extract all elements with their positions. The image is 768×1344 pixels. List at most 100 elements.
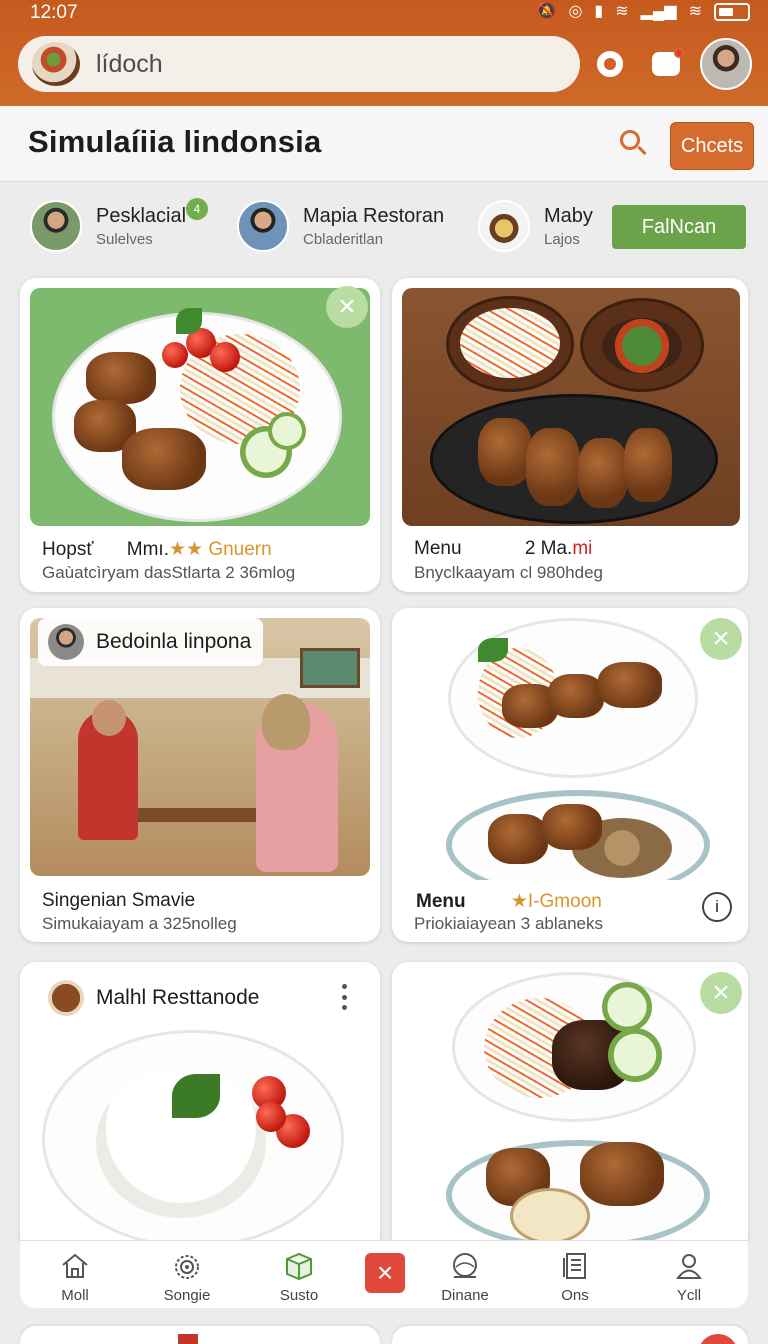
roll [624,428,672,502]
notification-dot [674,48,684,58]
signal-icon: ▮ [594,3,604,20]
restaurant-item[interactable]: Mapia Restoran Cbladeritlan [237,200,444,252]
restaurant-sub: Cbladeritlan [303,230,384,248]
close-icon[interactable]: × [700,972,742,1014]
restaurant-pill[interactable]: Bedoinla linpona [38,618,264,666]
document-icon [563,1253,586,1279]
check-button[interactable]: Chcets [670,122,754,170]
food-image [402,972,740,1242]
dot [341,994,347,1000]
card-title-text: Menu [416,891,466,912]
nav-item-susto[interactable]: Susto [254,1241,344,1309]
roll [478,418,532,486]
restaurant-strip: Pesklacial Sulelves 4 Mapia Restoran Cbl… [0,182,768,274]
restaurant-avatar [30,200,82,252]
mute-icon: 🔕 [536,3,557,20]
card-title: Menu ★I-Gmoon [416,890,602,913]
nav-label: Moll [61,1287,89,1304]
menu-card[interactable]: × Hopsť Mmı.★★ Gnuern Gaùatcìryam dasStl… [20,278,380,592]
search-icon[interactable] [618,128,648,158]
menu-card[interactable]: × Menu ★I-Gmoon Priokiaiayean 3 ablaneks… [392,608,748,942]
restaurant-avatar [237,200,289,252]
basil [172,1074,220,1118]
profile-avatar[interactable] [700,38,752,90]
restaurant-pill[interactable]: Malhl Resttanode [38,974,272,1022]
card-subtitle: Gaùatcìryam dasStlarta 2 36mlog [42,563,296,582]
chicken [86,352,156,404]
nav-item-dinane[interactable]: Dinane [420,1241,510,1309]
card-subtitle: Simukaiayam a 325nolleg [42,914,237,933]
tomato [210,342,240,372]
food-image [402,288,740,526]
spiral-icon [175,1255,199,1279]
battery-icon [714,3,750,21]
nav-item-ons[interactable]: Ons [530,1241,620,1309]
globe-icon [453,1253,477,1278]
restaurant-pill-name: Bedoinla linpona [96,630,252,653]
restaurant-name: Mapia Restoran [303,204,445,227]
close-icon[interactable]: × [326,286,368,328]
sauce-bowl [510,1188,590,1242]
wifi-icon-2: ≋ [688,3,702,20]
nav-item-ycll[interactable]: Ycll [644,1241,734,1309]
nav-item-home[interactable]: Moll [30,1241,120,1309]
search-bar[interactable]: lídoch [18,36,580,92]
menu-card[interactable]: Bedoinla linpona Singenian Smavie Simuka… [20,608,380,942]
restaurant-item[interactable]: Maby Lajos [478,200,593,252]
bottom-navigation: Moll Songie Susto × Dinane Ons Ycll [20,1240,748,1308]
nav-label: Susto [279,1287,319,1304]
close-icon[interactable]: × [700,618,742,660]
card-title: Hopsť Mmı.★★ Gnuern [42,538,272,561]
page-title: Simulaíiia lindonsia [28,124,322,159]
food-image [30,288,370,526]
nav-label: Ycll [676,1287,702,1304]
search-icon-handle [637,145,647,156]
notifications-button[interactable] [644,42,688,86]
restaurant-name: Pesklacial [96,204,187,227]
nav-label: Songie [163,1287,211,1304]
roll [578,438,628,508]
cucumber [602,982,652,1032]
nav-item-songie[interactable]: Songie [142,1241,232,1309]
roll [526,428,580,506]
restaurant-name: Maby [544,204,593,227]
status-time: 12:07 [30,2,78,23]
leaf [478,638,508,662]
card-rating: ★I-Gmoon [510,891,602,912]
card-rating: ★★ Gnuern [168,539,272,560]
card-price: Mmı. [126,539,169,560]
status-icons: 🔕 ◎ ▮ ≋ ▂▄▆ ≋ [537,2,750,22]
card-title: Singenian Smavie [42,890,196,911]
next-card-peek [20,1326,380,1344]
menu-card[interactable]: Menu 2 Ma.mi Bnyclkaayam cl 980hdeg [392,278,748,592]
menu-card[interactable]: Malhl Resttanode [20,962,380,1252]
search-input[interactable]: lídoch [96,50,163,79]
menu-card[interactable]: × [392,962,748,1252]
food-image [402,618,740,880]
close-button[interactable]: × [365,1253,405,1293]
chicken [122,428,206,490]
cucumber [268,412,306,450]
satay [580,1142,664,1206]
box-icon [286,1252,312,1281]
more-options-icon[interactable] [338,984,350,1010]
satay [598,662,662,708]
card-title: Menu 2 Ma.mi [414,538,592,560]
card-title-text: Hopsť [42,539,94,560]
next-card-peek [392,1326,748,1344]
restaurant-sub: Sulelves [96,230,153,248]
card-title-text: Menu [414,538,462,559]
search-thumbnail [32,42,80,86]
sim-icon: ◎ [568,3,583,20]
gear-icon [597,51,623,77]
satay [542,804,602,850]
restaurant-avatar [48,980,84,1016]
info-icon[interactable]: i [702,892,732,922]
tomato [162,342,188,368]
settings-button[interactable] [588,42,632,86]
dot [341,984,347,989]
restaurant-sub: Lajos [544,230,580,248]
restaurant-item[interactable]: Pesklacial Sulelves 4 [30,198,208,252]
nav-label: Ons [561,1287,589,1304]
follow-button[interactable]: FalNcan [612,205,746,249]
